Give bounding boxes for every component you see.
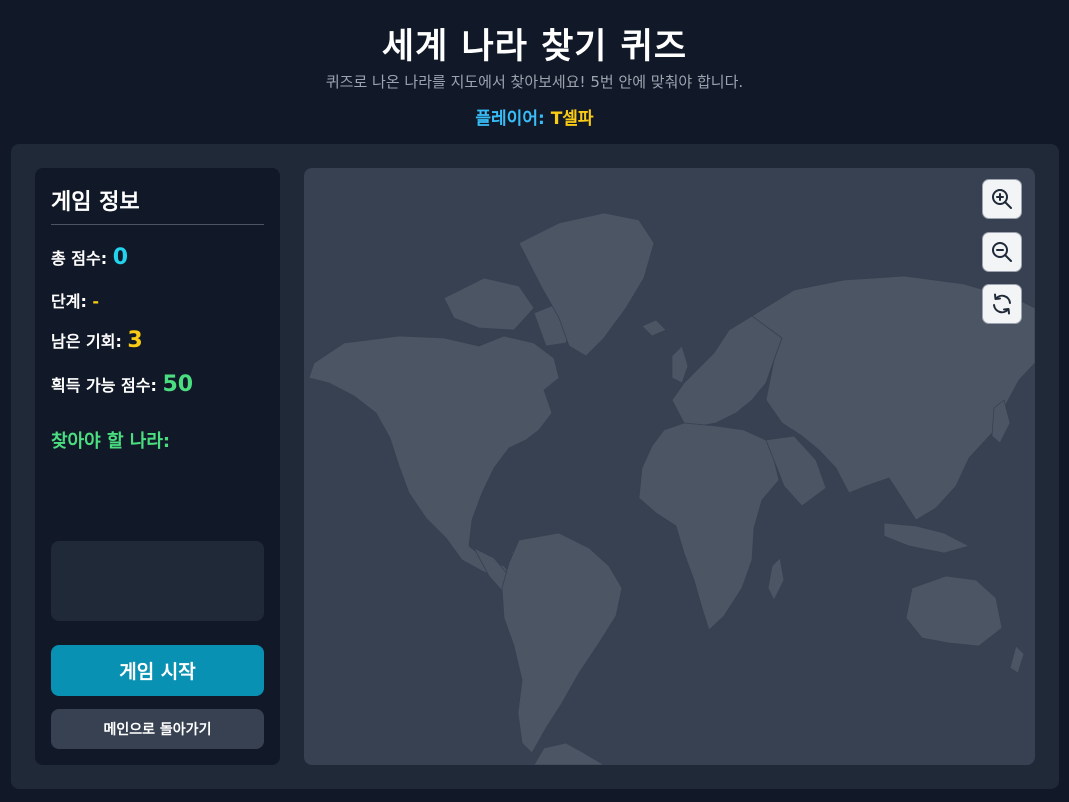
arctic-islands-land [443, 277, 535, 331]
chances-value: 3 [127, 328, 143, 353]
total-score: 총 점수: 0 [51, 245, 128, 270]
greenland-land [518, 212, 655, 357]
iceland-land [641, 319, 667, 337]
available-score-value: 50 [162, 372, 194, 397]
start-game-button[interactable]: 게임 시작 [51, 645, 264, 696]
australia-land [905, 575, 1003, 647]
message-box [51, 541, 264, 621]
available-score-label: 획득 가능 점수: [51, 376, 163, 395]
game-info-panel: 게임 정보 총 점수: 0 단계: - 남은 기회: 3 획득 가능 점수: 5… [35, 168, 280, 765]
zoom-out-button[interactable] [982, 232, 1022, 272]
remaining-chances: 남은 기회: 3 [51, 328, 143, 353]
europe-land [671, 315, 783, 427]
page-subtitle: 퀴즈로 나온 나라를 지도에서 찾아보세요! 5번 안에 맞춰야 합니다. [325, 73, 744, 91]
stage: 단계: - [51, 288, 99, 312]
zoom-out-icon [992, 242, 1012, 262]
world-map[interactable] [304, 168, 1035, 765]
reset-view-button[interactable] [982, 284, 1022, 324]
stage-label: 단계: [51, 292, 93, 311]
indonesia-land [883, 522, 970, 554]
divider [51, 224, 264, 225]
page-title: 세계 나라 찾기 퀴즈 [381, 27, 688, 67]
world-map-svg[interactable] [304, 168, 1035, 765]
available-score: 획득 가능 점수: 50 [51, 372, 193, 397]
antarctica-land [533, 742, 605, 765]
stage-value: - [92, 292, 100, 311]
zoom-in-button[interactable] [982, 179, 1022, 219]
africa-land [638, 422, 780, 631]
back-to-main-button[interactable]: 메인으로 돌아가기 [51, 709, 264, 749]
player-info: 플레이어: T셀파 [0, 104, 1069, 129]
south-america-land [501, 532, 623, 754]
target-country-label: 찾아야 할 나라: [51, 431, 171, 452]
madagascar-land [767, 557, 785, 601]
total-score-value: 0 [112, 245, 129, 270]
zoom-in-icon [992, 189, 1012, 209]
player-name: T셀파 [550, 109, 594, 129]
uk-land [671, 345, 689, 384]
player-label: 플레이어: [475, 109, 551, 129]
new-zealand-land [1009, 645, 1025, 674]
total-score-label: 총 점수: [51, 249, 113, 268]
chances-label: 남은 기회: [51, 332, 128, 351]
reset-icon [993, 293, 1011, 315]
panel-title: 게임 정보 [51, 190, 140, 215]
